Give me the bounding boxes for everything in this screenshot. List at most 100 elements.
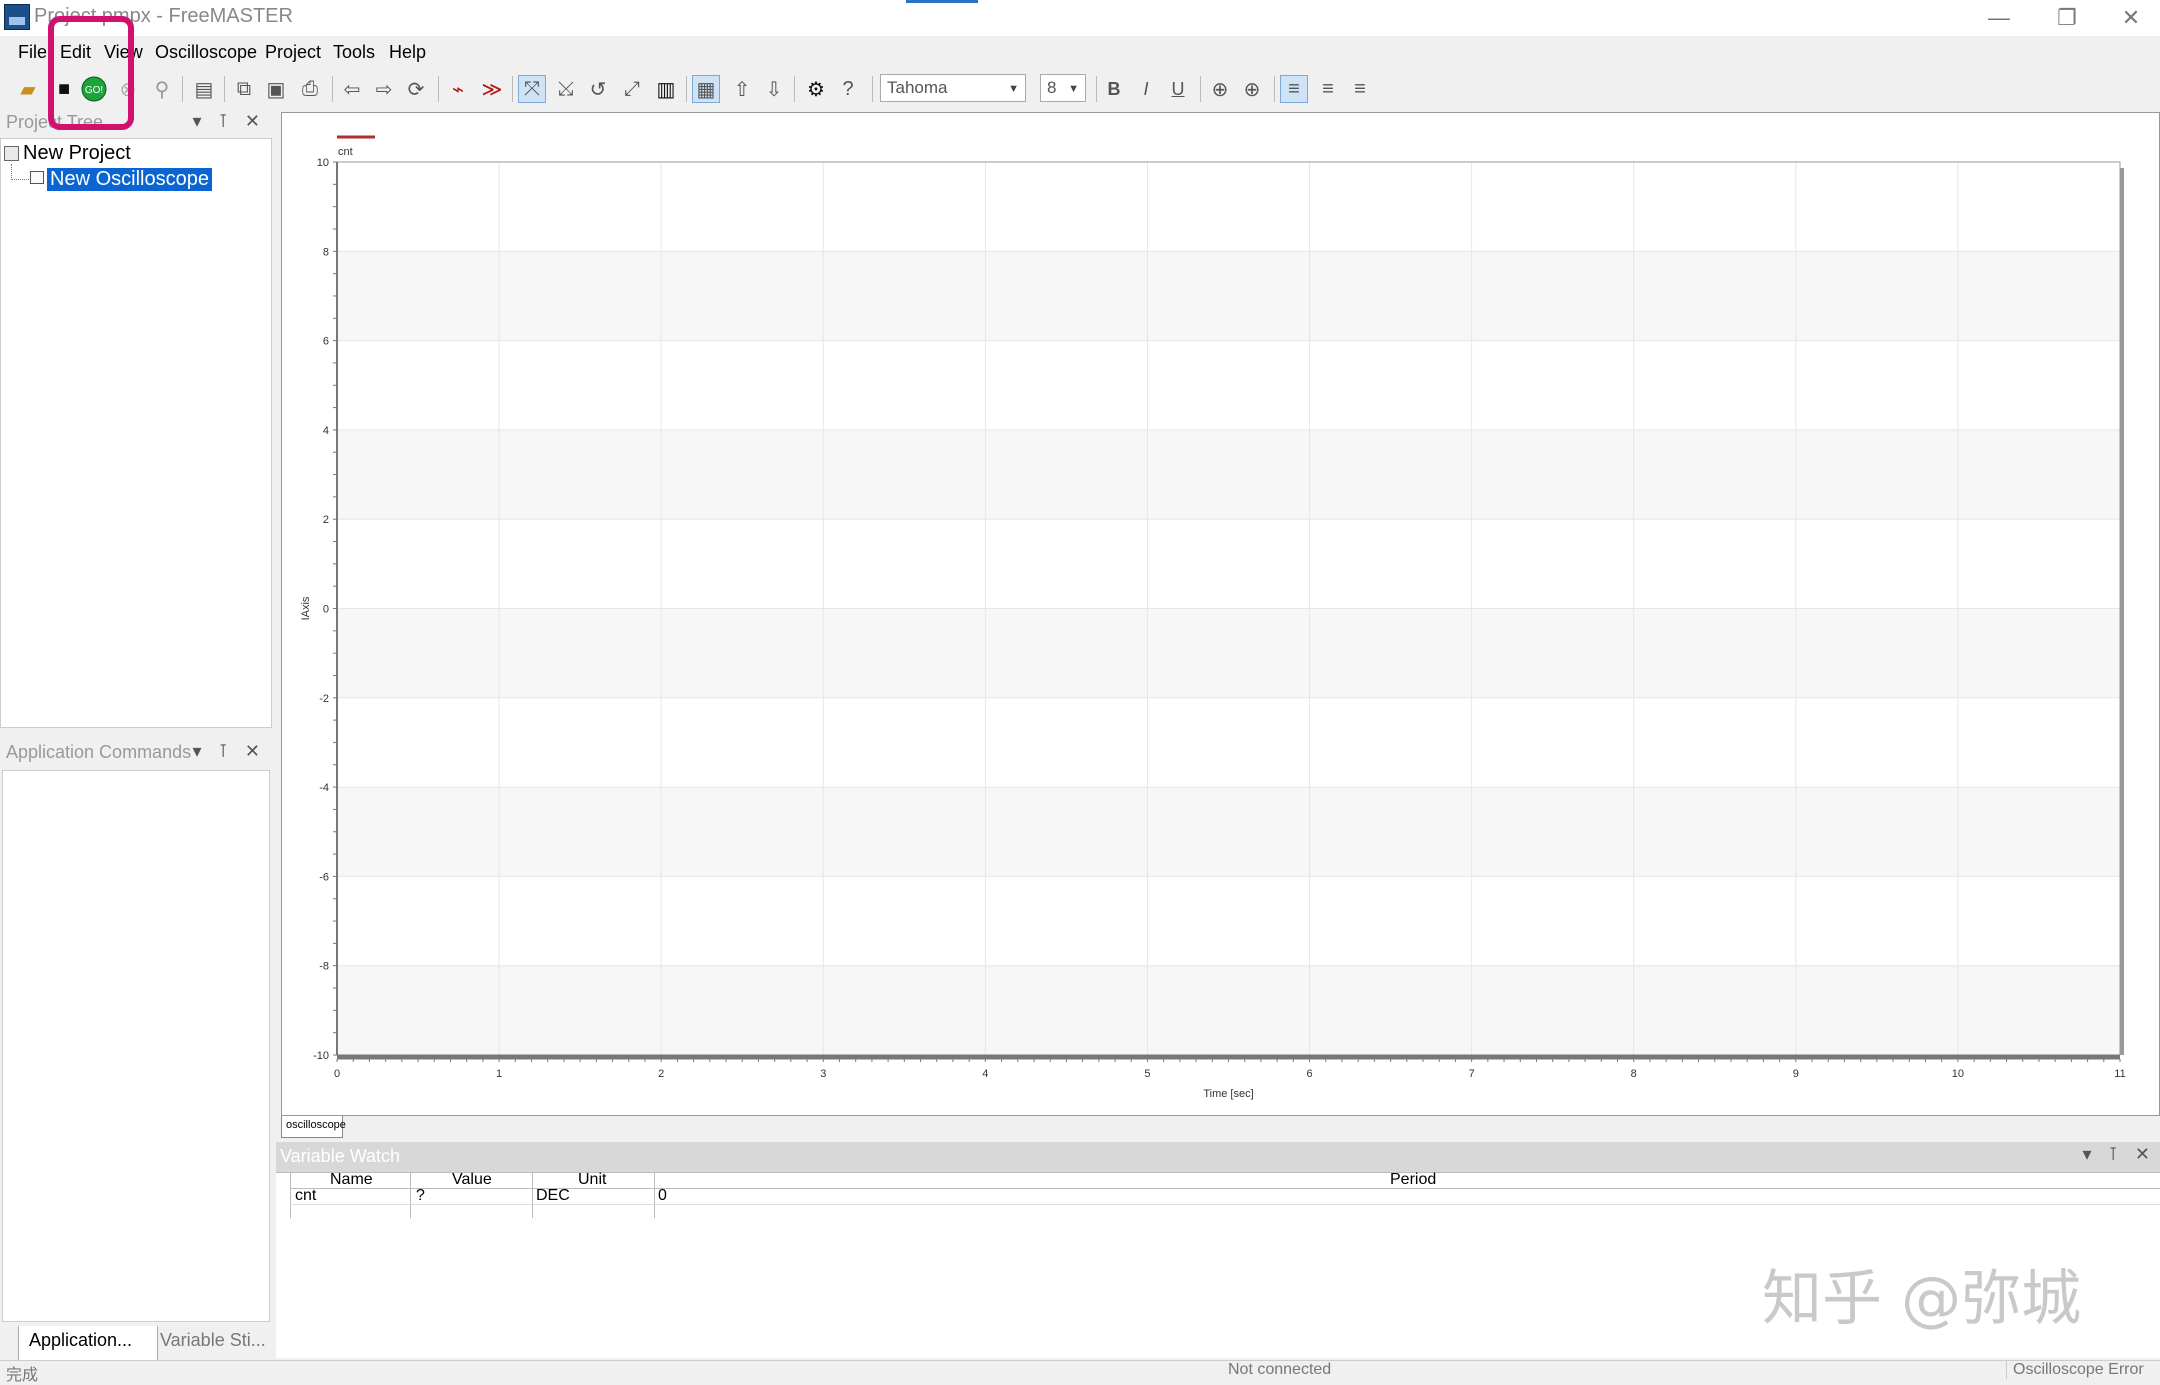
status-right: Oscilloscope Error <box>2006 1361 2144 1379</box>
legend-label: cnt <box>338 146 353 158</box>
font-size-select[interactable]: 8 ▼ <box>1040 74 1086 102</box>
x-tick-label: 2 <box>658 1068 664 1080</box>
title-bar: Project.pmpx - FreeMASTER — ❐ ✕ <box>0 0 2160 36</box>
help-icon[interactable]: ? <box>834 75 862 103</box>
status-bar: 完成 Not connected Oscilloscope Error <box>0 1360 2160 1384</box>
column-header-name[interactable]: Name <box>330 1171 373 1189</box>
x-axis-title: Time [sec] <box>1203 1088 1253 1100</box>
project-icon <box>4 146 19 161</box>
y-tick-label: 6 <box>323 336 329 348</box>
watch-cell-unit[interactable]: DEC <box>536 1187 570 1205</box>
project-tree-body <box>0 138 272 728</box>
x-tick-label: 3 <box>820 1068 826 1080</box>
clipboard-icon[interactable]: ▥ <box>652 75 680 103</box>
watch-cell-value[interactable]: ? <box>416 1187 425 1205</box>
x-tick-label: 6 <box>1306 1068 1312 1080</box>
chevron-down-icon: ▼ <box>1008 83 1019 95</box>
tree-item-new-oscilloscope[interactable]: New Oscilloscope <box>47 168 212 191</box>
format-a-icon[interactable]: ⊕ <box>1206 75 1234 103</box>
menu-help[interactable]: Help <box>389 42 426 63</box>
watch-cell-period[interactable]: 0 <box>658 1187 667 1205</box>
bold-icon[interactable]: B <box>1100 75 1128 103</box>
highlight-annotation-box <box>48 16 134 130</box>
y-tick-label: -8 <box>319 961 329 973</box>
x-tick-label: 9 <box>1793 1068 1799 1080</box>
font-size-value: 8 <box>1047 78 1057 97</box>
underline-icon[interactable]: U <box>1164 75 1192 103</box>
x-tick-label: 4 <box>982 1068 988 1080</box>
y-tick-label: 10 <box>317 157 329 169</box>
scope-icon[interactable]: ≫ <box>478 75 506 103</box>
variable-watch-header: Variable Watch ▾ ⊺ ✕ <box>276 1142 2160 1172</box>
variable-watch-title: Variable Watch <box>280 1146 401 1166</box>
plot-band <box>337 251 2120 341</box>
application-commands-body <box>2 770 270 1322</box>
copy-icon[interactable]: ⧉ <box>230 75 258 103</box>
x-tick-label: 7 <box>1469 1068 1475 1080</box>
menu-project[interactable]: Project <box>265 42 321 63</box>
minimize-button[interactable]: — <box>1968 2 2030 34</box>
properties-icon[interactable]: ▤ <box>190 75 218 103</box>
column-header-unit[interactable]: Unit <box>578 1171 606 1189</box>
tree-item-new-project[interactable]: New Project <box>23 142 131 165</box>
forward-icon[interactable]: ⇨ <box>370 75 398 103</box>
menu-file[interactable]: File <box>18 42 47 63</box>
align-center-icon[interactable]: ≡ <box>1314 75 1342 103</box>
align-right-icon[interactable]: ≡ <box>1346 75 1374 103</box>
watermark-text: 知乎 @弥城 <box>1762 1264 2082 1334</box>
format-b-icon[interactable]: ⊕ <box>1238 75 1266 103</box>
open-icon[interactable]: ▰ <box>14 75 42 103</box>
toolbar: ▰ ■ GO! ⊗ ⚲ ▤ ⧉ ▣ ⎙ ⇦ ⇨ ⟳ ⌁ ≫ ⤧ ⤩ ↺ ⤢ ▥ … <box>0 70 1380 108</box>
title-accent-bar <box>906 0 978 3</box>
y-tick-label: 0 <box>323 604 329 616</box>
x-tick-label: 11 <box>2114 1068 2125 1080</box>
panel-controls[interactable]: ▾ ⊺ ✕ <box>193 741 267 762</box>
restore-button[interactable]: ❐ <box>2036 2 2098 34</box>
italic-icon[interactable]: I <box>1132 75 1160 103</box>
refresh-icon[interactable]: ⟳ <box>402 75 430 103</box>
align-left-icon[interactable]: ≡ <box>1280 75 1308 103</box>
chevron-down-icon: ▼ <box>1068 83 1079 95</box>
print-icon[interactable]: ⎙ <box>296 75 324 103</box>
oscilloscope-chart[interactable]: 0 1 2 3 4 5 6 7 8 9 10 11 10 8 6 4 2 0 -2 -4 -6 -8 -10 Time [se… <box>281 112 2160 1116</box>
close-button[interactable]: ✕ <box>2100 2 2160 34</box>
fit-icon[interactable]: ⤢ <box>618 75 646 103</box>
panel-controls[interactable]: ▾ ⊺ ✕ <box>193 111 267 132</box>
record-icon[interactable]: ⌁ <box>444 75 472 103</box>
menu-tools[interactable]: Tools <box>333 42 375 63</box>
font-family-value: Tahoma <box>887 78 948 97</box>
panel-controls[interactable]: ▾ ⊺ ✕ <box>2083 1144 2157 1165</box>
x-tick-label: 8 <box>1631 1068 1637 1080</box>
y-tick-label: -4 <box>319 782 329 794</box>
column-header-value[interactable]: Value <box>452 1171 492 1189</box>
x-tick-label: 1 <box>496 1068 502 1080</box>
grid-icon[interactable]: ▦ <box>692 75 720 103</box>
paste-icon[interactable]: ▣ <box>262 75 290 103</box>
y-tick-label: -10 <box>313 1050 329 1062</box>
x-tick-label: 0 <box>334 1068 340 1080</box>
y-tick-label: 4 <box>323 425 329 437</box>
undo-zoom-icon[interactable]: ↺ <box>584 75 612 103</box>
up-icon[interactable]: ⇧ <box>728 75 756 103</box>
plot-band <box>337 608 2120 698</box>
oscilloscope-icon <box>30 171 44 184</box>
plot-band <box>337 787 2120 877</box>
left-bottom-tabs: Application... Variable Sti... <box>0 1326 272 1367</box>
y-tick-label: -2 <box>319 693 329 705</box>
settings-icon[interactable]: ⚙ <box>802 75 830 103</box>
connect-icon[interactable]: ⚲ <box>148 75 176 103</box>
status-connection: Not connected <box>1228 1361 1332 1378</box>
zoom-out-icon[interactable]: ⤩ <box>552 75 580 103</box>
y-axis-title: IAxis <box>300 596 312 620</box>
zoom-icon[interactable]: ⤧ <box>518 75 546 103</box>
tab-oscilloscope[interactable]: oscilloscope <box>281 1116 346 1138</box>
column-header-period[interactable]: Period <box>1390 1171 1436 1189</box>
watch-cell-name[interactable]: cnt <box>295 1187 316 1205</box>
y-tick-label: -6 <box>319 871 329 883</box>
down-icon[interactable]: ⇩ <box>760 75 788 103</box>
y-tick-label: 8 <box>323 246 329 258</box>
freemaster-app-icon[interactable] <box>4 4 30 30</box>
font-family-select[interactable]: Tahoma ▼ <box>880 74 1026 102</box>
back-icon[interactable]: ⇦ <box>338 75 366 103</box>
menu-oscilloscope[interactable]: Oscilloscope <box>155 42 257 63</box>
